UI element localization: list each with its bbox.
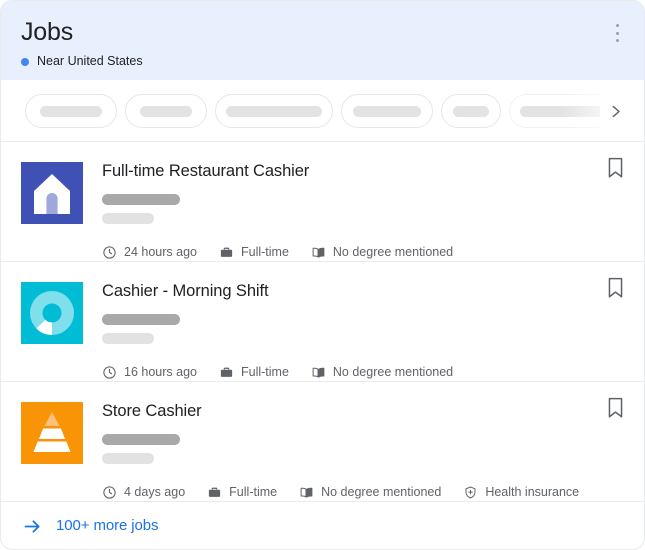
three-dots-vertical-icon-dot bbox=[616, 39, 619, 42]
job-title: Cashier - Morning Shift bbox=[102, 281, 624, 301]
location-label: Near United States bbox=[37, 54, 143, 69]
location-dot-icon bbox=[21, 58, 29, 66]
three-dots-vertical-icon-dot bbox=[616, 24, 619, 27]
job-meta-item: No degree mentioned bbox=[311, 245, 453, 260]
location-subtitle: Near United States bbox=[21, 54, 624, 69]
shield-health-icon bbox=[463, 485, 478, 500]
job-meta-label: No degree mentioned bbox=[321, 485, 441, 500]
job-meta-label: 4 days ago bbox=[124, 485, 185, 500]
filter-chip-1[interactable] bbox=[25, 94, 117, 128]
job-location-skeleton bbox=[102, 453, 154, 464]
job-details: Store Cashier 4 days ago Full-time No degre… bbox=[83, 400, 624, 501]
job-title: Store Cashier bbox=[102, 401, 624, 421]
jobs-header: Jobs Near United States bbox=[1, 1, 644, 80]
job-list-item[interactable]: Full-time Restaurant Cashier 24 hours ago… bbox=[1, 142, 644, 262]
more-jobs-button[interactable]: 100+ more jobs bbox=[1, 502, 644, 550]
bookmark-icon bbox=[607, 277, 624, 299]
job-meta-item: No degree mentioned bbox=[311, 365, 453, 380]
save-job-button[interactable] bbox=[604, 397, 626, 421]
job-meta-item: Full-time bbox=[207, 485, 277, 500]
job-meta-label: No degree mentioned bbox=[333, 245, 453, 260]
job-meta-row: 16 hours ago Full-time No degree mentioned bbox=[102, 365, 624, 380]
pyramid-logo bbox=[21, 402, 83, 464]
job-meta-item: Health insurance bbox=[463, 485, 579, 500]
job-list-item[interactable]: Store Cashier 4 days ago Full-time No degre… bbox=[1, 382, 644, 502]
job-meta-label: Full-time bbox=[229, 485, 277, 500]
bookmark-icon bbox=[607, 157, 624, 179]
job-meta-item: 16 hours ago bbox=[102, 365, 197, 380]
company-name-skeleton bbox=[102, 434, 180, 445]
chevron-right-icon bbox=[607, 103, 624, 120]
job-meta-label: 24 hours ago bbox=[124, 245, 197, 260]
filter-chip-5[interactable] bbox=[441, 94, 501, 128]
job-meta-label: 16 hours ago bbox=[124, 365, 197, 380]
job-meta-item: No degree mentioned bbox=[299, 485, 441, 500]
job-meta-row: 4 days ago Full-time No degree mentioned He… bbox=[102, 485, 624, 500]
job-list-item[interactable]: Cashier - Morning Shift 16 hours ago Full-… bbox=[1, 262, 644, 382]
page-title: Jobs bbox=[21, 17, 624, 47]
donut-logo bbox=[21, 282, 83, 344]
job-location-skeleton bbox=[102, 213, 154, 224]
company-logo bbox=[21, 402, 83, 464]
filter-chip-skeleton bbox=[453, 106, 489, 117]
filter-chip-4[interactable] bbox=[341, 94, 433, 128]
company-logo bbox=[21, 282, 83, 344]
job-location-skeleton bbox=[102, 333, 154, 344]
save-job-button[interactable] bbox=[604, 277, 626, 301]
job-details: Cashier - Morning Shift 16 hours ago Full-… bbox=[83, 280, 624, 381]
filter-chip-skeleton bbox=[353, 106, 421, 117]
job-meta-item: 4 days ago bbox=[102, 485, 185, 500]
book-icon bbox=[311, 245, 326, 260]
book-icon bbox=[311, 365, 326, 380]
job-meta-label: Full-time bbox=[241, 365, 289, 380]
job-meta-item: Full-time bbox=[219, 365, 289, 380]
filter-chip-row bbox=[25, 94, 644, 128]
filter-chips-next-button[interactable] bbox=[600, 94, 630, 128]
more-jobs-label: 100+ more jobs bbox=[56, 517, 158, 535]
clock-icon bbox=[102, 485, 117, 500]
save-job-button[interactable] bbox=[604, 157, 626, 181]
clock-icon bbox=[102, 245, 117, 260]
company-logo bbox=[21, 162, 83, 224]
job-meta-label: No degree mentioned bbox=[333, 365, 453, 380]
overflow-menu-button[interactable] bbox=[606, 21, 628, 45]
company-name-skeleton bbox=[102, 314, 180, 325]
book-icon bbox=[299, 485, 314, 500]
briefcase-icon bbox=[207, 485, 222, 500]
job-meta-item: 24 hours ago bbox=[102, 245, 197, 260]
three-dots-vertical-icon-dot bbox=[616, 32, 619, 35]
filter-chip-skeleton bbox=[40, 106, 102, 117]
briefcase-icon bbox=[219, 365, 234, 380]
filter-chip-skeleton bbox=[140, 106, 192, 117]
briefcase-icon bbox=[219, 245, 234, 260]
job-details: Full-time Restaurant Cashier 24 hours ago… bbox=[83, 160, 624, 261]
filter-chip-3[interactable] bbox=[215, 94, 333, 128]
arrow-right-icon bbox=[22, 516, 43, 537]
filter-chip-skeleton bbox=[226, 106, 322, 117]
bookmark-icon bbox=[607, 397, 624, 419]
filter-chip-2[interactable] bbox=[125, 94, 207, 128]
job-meta-item: Full-time bbox=[219, 245, 289, 260]
job-meta-label: Health insurance bbox=[485, 485, 579, 500]
company-name-skeleton bbox=[102, 194, 180, 205]
clock-icon bbox=[102, 365, 117, 380]
jobs-card: Jobs Near United States Full-time Restau… bbox=[0, 0, 645, 550]
job-title: Full-time Restaurant Cashier bbox=[102, 161, 624, 181]
house-logo bbox=[21, 162, 83, 224]
job-list: Full-time Restaurant Cashier 24 hours ago… bbox=[1, 142, 644, 502]
job-meta-row: 24 hours ago Full-time No degree mentioned bbox=[102, 245, 624, 260]
job-meta-label: Full-time bbox=[241, 245, 289, 260]
filter-chip-bar bbox=[1, 80, 644, 142]
